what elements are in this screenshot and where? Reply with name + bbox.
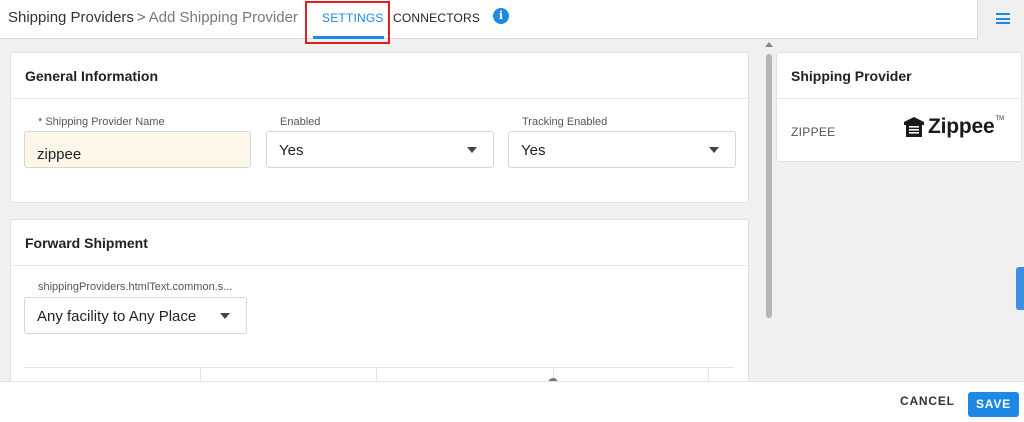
provider-name-input[interactable] — [24, 131, 251, 168]
breadcrumb-current-page: Add Shipping Provider — [148, 9, 298, 26]
tracking-enabled-select-value: Yes — [521, 142, 546, 159]
provider-name-text: ZIPPEE — [791, 125, 836, 139]
warehouse-icon — [904, 117, 924, 137]
scroll-thumb[interactable] — [766, 54, 772, 318]
top-bar: Shipping Providers > Add Shipping Provider… — [0, 0, 1024, 39]
breadcrumb-separator: > — [136, 9, 146, 26]
enabled-select[interactable]: Yes — [266, 131, 494, 168]
info-icon[interactable]: i — [493, 8, 509, 24]
tab-settings[interactable]: SETTINGS — [322, 11, 384, 25]
provider-name-label: * Shipping Provider Name — [38, 116, 165, 128]
shipment-scope-value: Any facility to Any Place — [37, 308, 197, 325]
zippee-logo: Zippee TM — [904, 115, 1004, 139]
footer-bar: CANCEL SAVE — [0, 381, 1024, 422]
logo-trademark: TM — [995, 116, 1005, 122]
tracking-enabled-label: Tracking Enabled — [522, 116, 608, 128]
shipping-provider-card: Shipping Provider ZIPPEE Zippee TM — [776, 52, 1022, 162]
tab-settings-underline — [313, 36, 384, 39]
chevron-down-icon — [467, 147, 477, 153]
forward-shipment-card: Forward Shipment shippingProviders.htmlT… — [10, 219, 749, 389]
general-information-card: General Information * Shipping Provider … — [10, 52, 749, 203]
main-scrollbar[interactable] — [764, 42, 774, 382]
chevron-down-icon — [709, 147, 719, 153]
shipment-scope-label: shippingProviders.htmlText.common.s... — [38, 281, 233, 293]
cancel-button[interactable]: CANCEL — [900, 394, 955, 408]
side-panel-tab[interactable] — [1016, 267, 1024, 310]
breadcrumb-shipping-providers[interactable]: Shipping Providers — [8, 9, 134, 26]
logo-wordmark: Zippee — [928, 115, 995, 138]
general-information-title: General Information — [11, 53, 748, 99]
tab-connectors[interactable]: CONNECTORS — [393, 11, 480, 25]
breadcrumb: Shipping Providers > Add Shipping Provider — [8, 9, 298, 26]
enabled-select-value: Yes — [279, 142, 304, 159]
save-button[interactable]: SAVE — [968, 392, 1019, 417]
menu-area — [977, 0, 1024, 39]
scroll-up-arrow-icon[interactable] — [765, 42, 773, 47]
shipment-scope-select[interactable]: Any facility to Any Place — [24, 297, 247, 334]
shipping-provider-title: Shipping Provider — [777, 53, 1021, 99]
enabled-label: Enabled — [280, 116, 321, 128]
hamburger-menu-icon[interactable] — [996, 13, 1010, 24]
chevron-down-icon — [220, 313, 230, 319]
forward-shipment-title: Forward Shipment — [11, 220, 748, 266]
tracking-enabled-select[interactable]: Yes — [508, 131, 736, 168]
